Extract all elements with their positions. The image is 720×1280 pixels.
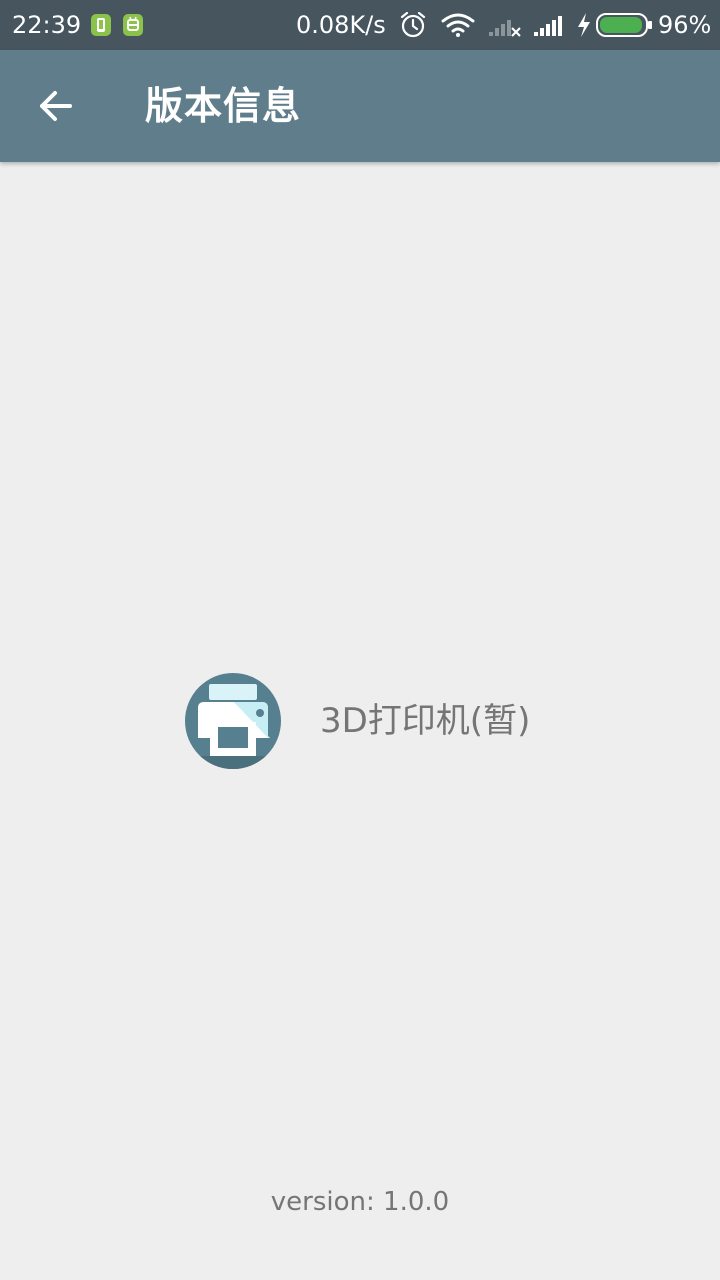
printer-icon xyxy=(184,672,282,770)
app-notification-icon xyxy=(91,14,111,36)
arrow-back-icon xyxy=(40,91,72,121)
wifi-icon xyxy=(441,13,475,41)
battery-percent: 96% xyxy=(658,11,712,39)
app-bar: 版本信息 xyxy=(0,50,720,162)
status-bar: 22:39 0.08K/s 96% xyxy=(0,0,720,50)
no-signal-icon xyxy=(488,14,522,42)
android-debug-icon xyxy=(123,14,143,36)
page-title: 版本信息 xyxy=(145,84,302,128)
version-text: version: 1.0.0 xyxy=(270,1187,450,1217)
alarm-icon xyxy=(399,11,427,42)
network-speed: 0.08K/s xyxy=(296,11,386,39)
battery-icon xyxy=(596,13,654,41)
back-button[interactable] xyxy=(22,72,90,140)
signal-icon xyxy=(533,14,565,42)
charging-icon xyxy=(577,13,591,41)
app-info: 3D打印机(暂) xyxy=(184,672,530,770)
status-time: 22:39 xyxy=(12,11,82,39)
app-name: 3D打印机(暂) xyxy=(320,701,531,741)
